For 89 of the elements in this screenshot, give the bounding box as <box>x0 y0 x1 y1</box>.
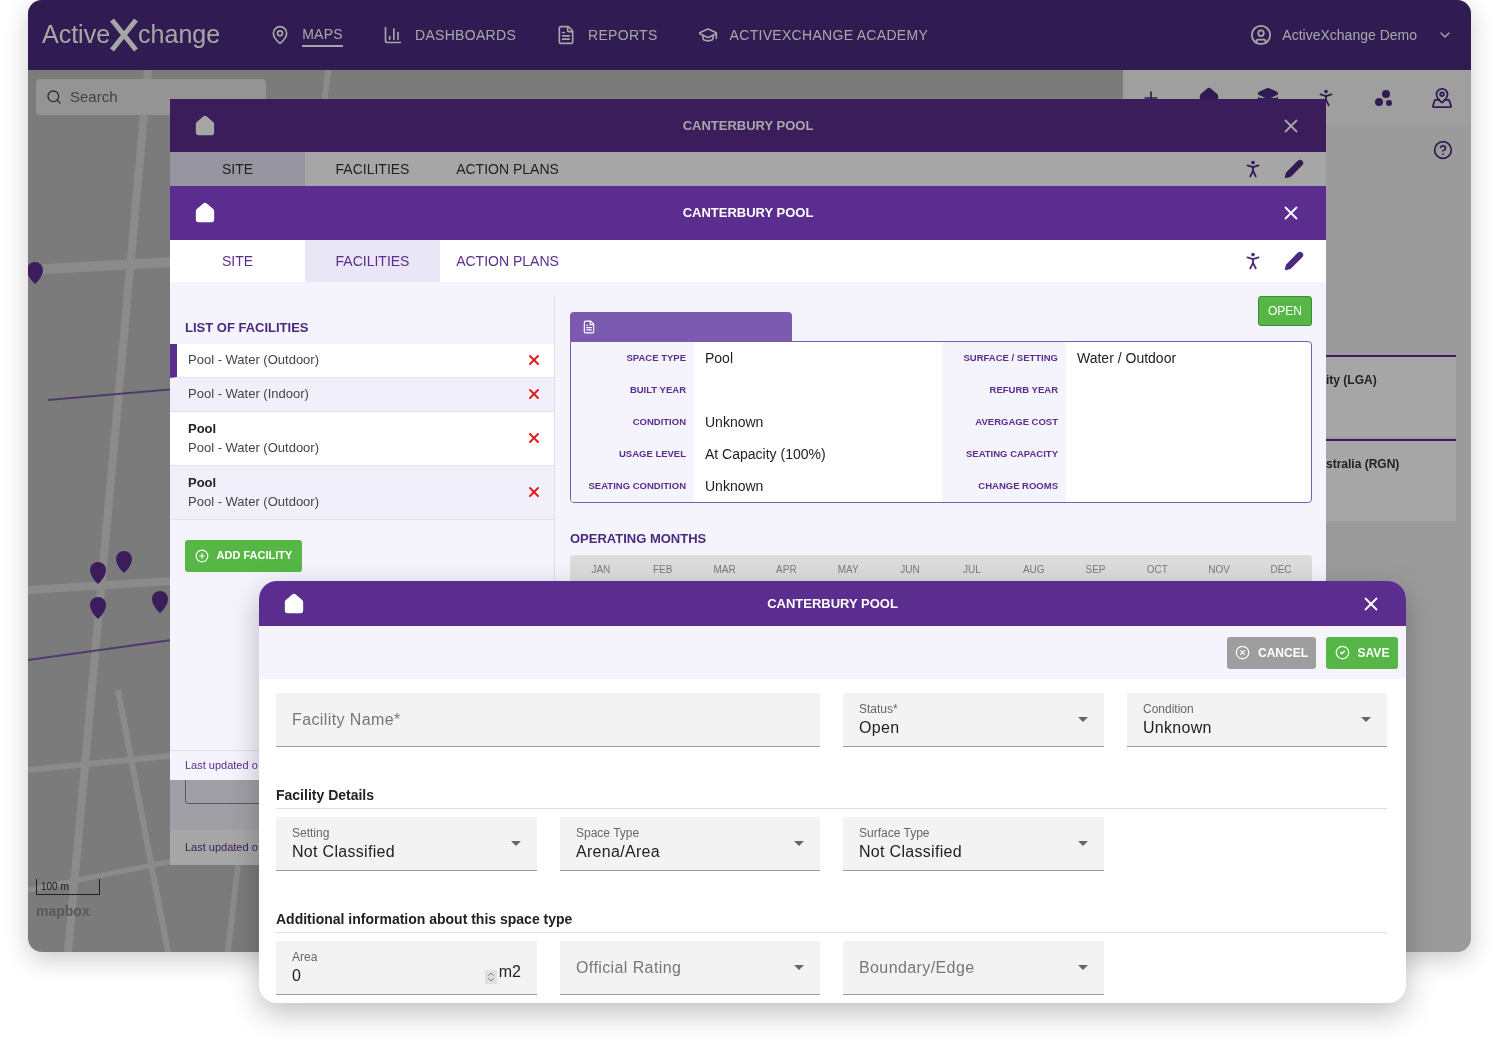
facility-list-item[interactable]: Pool Pool - Water (Outdoor) <box>170 465 554 520</box>
detail-label: SEATING CAPACITY <box>966 446 1058 461</box>
month-toggle[interactable]: JUN <box>879 561 941 577</box>
field-value: Not Classified <box>859 841 963 862</box>
detail-label: REFURB YEAR <box>989 382 1058 397</box>
field-label: Surface Type <box>859 824 931 841</box>
user-menu[interactable]: ActiveXchange Demo <box>1250 24 1453 46</box>
facility-type: Pool - Water (Outdoor) <box>188 439 320 457</box>
month-toggle[interactable]: JUL <box>940 561 1003 577</box>
status-badge: OPEN <box>1258 296 1312 326</box>
nav-link[interactable]: DASHBOARDS <box>383 24 517 46</box>
detail-value: At Capacity (100%) <box>705 444 826 464</box>
field-value: Not Classified <box>292 841 396 862</box>
detail-label: CONDITION <box>632 414 686 429</box>
facility-type: Pool - Water (Indoor) <box>188 385 310 404</box>
detail-label: SURFACE / SETTING <box>963 350 1058 365</box>
panel-card-title: stralia (RGN) <box>1326 457 1400 471</box>
tab[interactable]: SITE <box>170 240 305 282</box>
field-label: Status* <box>859 700 899 717</box>
section-title: LIST OF FACILITIES <box>184 319 310 337</box>
detail-value: Unknown <box>705 476 764 496</box>
detail-label: SPACE TYPE <box>626 350 686 365</box>
field-value: Unknown <box>1143 717 1213 738</box>
field-label: Condition <box>1143 700 1195 717</box>
footer-text: Last updated o <box>185 840 258 856</box>
month-toggle[interactable]: DEC <box>1250 561 1312 577</box>
dialog-title: CANTERBURY POOL <box>766 594 899 613</box>
select-field[interactable]: Surface Type Not Classified <box>843 817 1104 871</box>
month-toggle[interactable]: MAR <box>693 561 756 577</box>
nav-link[interactable]: MAPS <box>270 23 343 47</box>
detail-label: USAGE LEVEL <box>618 446 686 461</box>
facility-list-item[interactable]: Pool - Water (Outdoor) <box>170 343 554 378</box>
field-value: 0 <box>292 965 303 986</box>
detail-label: BUILT YEAR <box>629 382 686 397</box>
month-toggle[interactable]: NOV <box>1188 561 1251 577</box>
select-field[interactable]: Condition Unknown <box>1127 693 1387 747</box>
month-toggle[interactable]: MAY <box>817 561 880 577</box>
facility-list-item[interactable]: Pool - Water (Indoor) <box>170 377 554 412</box>
select-field[interactable]: Setting Not Classified <box>276 817 537 871</box>
detail-label: CHANGE ROOMS <box>978 478 1058 493</box>
input-field[interactable]: Facility Name* <box>276 693 820 747</box>
footer-text: Last updated o <box>185 758 258 774</box>
map-scale: 100 m <box>36 879 100 895</box>
nav-link[interactable]: REPORTS <box>556 24 658 46</box>
field-label: Area <box>292 948 319 965</box>
tab[interactable]: FACILITIES <box>305 240 440 282</box>
facility-list-item[interactable]: Pool Pool - Water (Outdoor) <box>170 411 554 466</box>
section-title: OPERATING MONTHS <box>570 530 708 548</box>
facility-type: Pool - Water (Outdoor) <box>188 351 320 370</box>
tab[interactable]: ACTION PLANS <box>440 240 575 282</box>
search-placeholder: Search <box>70 86 118 107</box>
input-field[interactable]: Area 0 m2 <box>276 941 537 995</box>
facility-type: Pool - Water (Outdoor) <box>188 493 320 511</box>
panel-card-title: ity (LGA) <box>1326 373 1377 387</box>
field-placeholder: Boundary/Edge <box>859 957 976 978</box>
field-label: Setting <box>292 824 331 841</box>
detail-value: Water / Outdoor <box>1077 348 1177 368</box>
tab[interactable]: ACTION PLANS <box>440 152 575 186</box>
select-field[interactable]: Space Type Arena/Area <box>560 817 820 871</box>
nav-link[interactable]: ACTIVEXCHANGE ACADEMY <box>697 24 929 46</box>
detail-value: Pool <box>705 348 734 368</box>
field-value: Arena/Area <box>576 841 661 862</box>
panel-card[interactable]: stralia (RGN) <box>1326 439 1456 521</box>
detail-value: Unknown <box>705 412 764 432</box>
facility-name: Pool <box>188 473 218 492</box>
month-toggle[interactable]: SEP <box>1064 561 1127 577</box>
panel-card[interactable]: ity (LGA) <box>1326 355 1456 437</box>
unit-label: m2 <box>498 962 521 982</box>
field-placeholder: Official Rating <box>576 957 683 978</box>
month-toggle[interactable]: JAN <box>570 561 632 577</box>
logo-text: Active <box>42 19 111 51</box>
field-placeholder: Facility Name* <box>292 709 402 730</box>
dialog-title: CANTERBURY POOL <box>681 204 815 223</box>
facility-name: Pool <box>188 419 218 438</box>
field-value: Open <box>859 717 901 738</box>
tab[interactable]: FACILITIES <box>305 152 440 186</box>
select-field[interactable]: Official Rating <box>560 941 820 995</box>
month-toggle[interactable]: AUG <box>1002 561 1065 577</box>
dialog-title: CANTERBURY POOL <box>681 116 815 135</box>
section-heading: Additional information about this space type <box>276 909 1387 933</box>
detail-label: AVERGAGE COST <box>975 414 1058 429</box>
section-heading: Facility Details <box>276 785 1387 809</box>
logo-text: change <box>138 19 221 51</box>
tab[interactable]: SITE <box>170 152 305 186</box>
select-field[interactable]: Status* Open <box>843 693 1104 747</box>
select-field[interactable]: Boundary/Edge <box>843 941 1104 995</box>
detail-label: SEATING CONDITION <box>588 478 686 493</box>
field-label: Space Type <box>576 824 641 841</box>
month-toggle[interactable]: OCT <box>1126 561 1189 577</box>
